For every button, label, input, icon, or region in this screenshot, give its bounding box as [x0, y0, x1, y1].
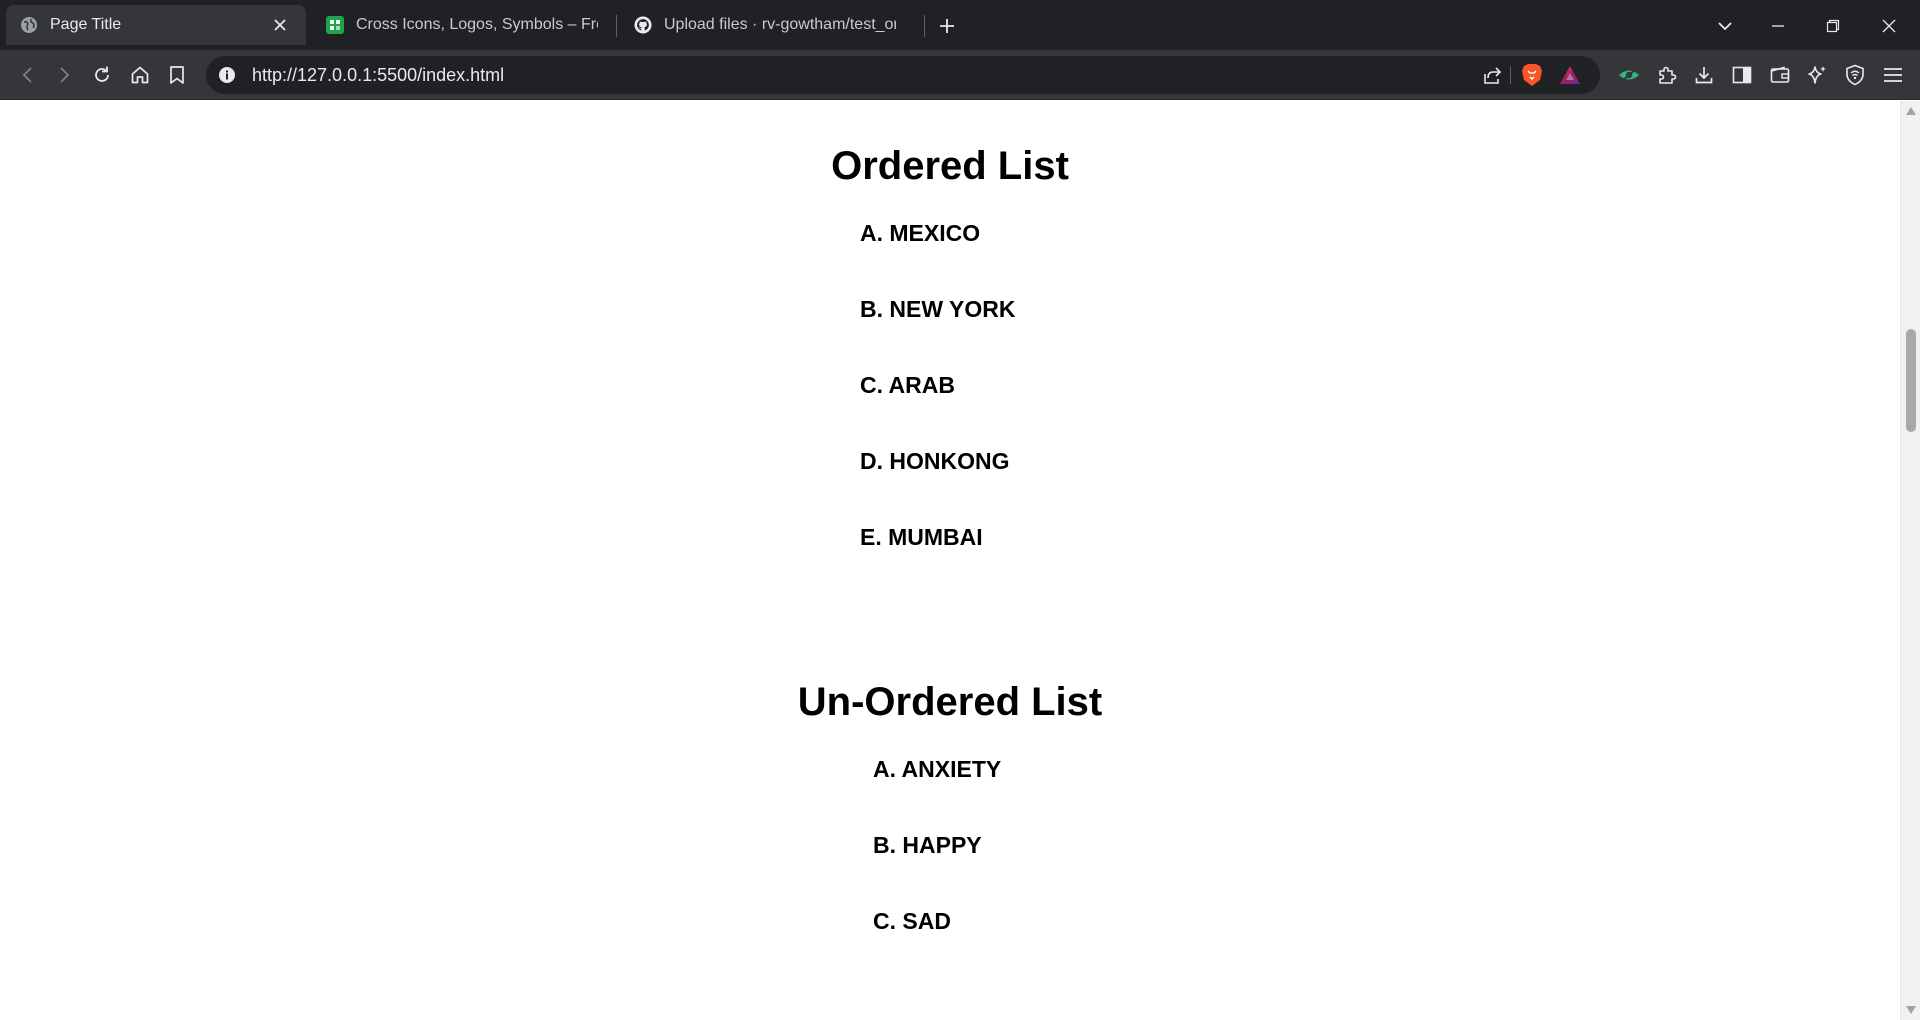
tab-title: Upload files · rv-gowtham/test_one: [664, 16, 896, 33]
list-item-text: SAD: [902, 908, 951, 934]
tab-divider: [924, 15, 925, 37]
restore-window-icon: [1826, 19, 1840, 33]
list-item-text: HAPPY: [902, 832, 982, 858]
scrollbar-thumb[interactable]: [1906, 329, 1916, 432]
list-item-text: HONKONG: [889, 448, 1010, 474]
tab-title: Cross Icons, Logos, Symbols – Free Do: [356, 16, 598, 33]
url-text[interactable]: http://127.0.0.1:5500/index.html: [252, 56, 504, 94]
globe-icon: [20, 16, 38, 34]
list-item: A. ANXIETY: [873, 755, 1001, 831]
rewards-triangle-icon: [1560, 66, 1580, 84]
list-marker: B.: [860, 296, 883, 322]
plus-icon: [940, 19, 954, 33]
list-item-text: ARAB: [888, 372, 955, 398]
scroll-down-arrow-icon[interactable]: [1905, 1004, 1917, 1016]
list-item-text: MUMBAI: [888, 524, 983, 550]
share-icon: [1484, 67, 1502, 84]
extensions-button[interactable]: [1651, 59, 1683, 91]
list-marker: B.: [873, 832, 896, 858]
download-icon: [1695, 67, 1713, 84]
share-button[interactable]: [1478, 61, 1506, 89]
reload-button[interactable]: [86, 59, 118, 91]
back-button[interactable]: [12, 59, 44, 91]
list-item: C. ARAB: [860, 371, 1015, 447]
brave-lion-icon: [1522, 64, 1542, 86]
list-marker: D.: [860, 448, 883, 474]
tab-page-title[interactable]: Page Title: [6, 5, 306, 45]
brave-shields-button[interactable]: [1518, 61, 1546, 89]
ordered-list: A. MEXICO B. NEW YORK C. ARAB D. HONKONG…: [860, 219, 1015, 599]
omnibox-divider: [1510, 66, 1511, 84]
tab-divider: [616, 15, 617, 37]
bookmark-icon: [170, 66, 184, 84]
list-marker: C.: [860, 372, 883, 398]
list-item-text: NEW YORK: [889, 296, 1016, 322]
tab-title: Page Title: [50, 16, 122, 33]
wallet-icon: [1770, 66, 1790, 83]
arrow-left-icon: [22, 67, 32, 83]
github-icon: [634, 16, 652, 34]
unordered-list-section: Un-Ordered List A. ANXIETY B. HAPPY C. S…: [0, 679, 1900, 934]
list-marker: E.: [860, 524, 882, 550]
list-item: E. MUMBAI: [860, 523, 1015, 599]
list-item: B. NEW YORK: [860, 295, 1015, 371]
address-bar[interactable]: http://127.0.0.1:5500/index.html: [206, 56, 1600, 94]
tab-upload-files[interactable]: Upload files · rv-gowtham/test_one: [620, 5, 910, 45]
new-tab-button[interactable]: [931, 10, 963, 42]
home-icon: [131, 66, 149, 84]
tab-search-button[interactable]: [1709, 10, 1741, 42]
vpn-button[interactable]: [1839, 59, 1871, 91]
restore-button[interactable]: [1817, 10, 1849, 42]
hamburger-menu-icon: [1884, 68, 1902, 82]
brave-rewards-button[interactable]: [1556, 61, 1584, 89]
list-item-text: ANXIETY: [901, 756, 1002, 782]
list-marker: A.: [860, 220, 883, 246]
list-item: B. HAPPY: [873, 831, 1001, 907]
wallet-button[interactable]: [1764, 59, 1796, 91]
sidebar-toggle-button[interactable]: [1726, 59, 1758, 91]
sidebar-icon: [1732, 66, 1752, 84]
minimize-button[interactable]: [1762, 10, 1794, 42]
unordered-list-heading: Un-Ordered List: [797, 680, 1103, 724]
site-info-icon[interactable]: [216, 64, 238, 86]
list-item: D. HONKONG: [860, 447, 1015, 523]
list-marker: A.: [873, 756, 896, 782]
main-menu-button[interactable]: [1877, 59, 1909, 91]
scroll-up-arrow-icon[interactable]: [1905, 105, 1917, 117]
list-marker: C.: [873, 908, 896, 934]
green-eye-extension-icon: [1619, 67, 1639, 83]
close-window-button[interactable]: [1873, 10, 1905, 42]
close-tab-icon[interactable]: [268, 13, 292, 37]
list-item: A. MEXICO: [860, 219, 1015, 295]
forward-button[interactable]: [48, 59, 80, 91]
tab-cross-icons[interactable]: Cross Icons, Logos, Symbols – Free Do: [312, 5, 612, 45]
sparkle-icon: [1808, 66, 1826, 84]
downloads-button[interactable]: [1688, 59, 1720, 91]
green-square-logo-icon: [326, 16, 344, 34]
ordered-list-section: Ordered List A. MEXICO B. NEW YORK C. AR…: [0, 143, 1900, 550]
reload-icon: [95, 66, 109, 82]
close-icon: [1882, 19, 1896, 33]
list-item: C. SAD: [873, 907, 1001, 983]
arrow-right-icon: [60, 67, 70, 83]
browser-toolbar: http://127.0.0.1:5500/index.html: [0, 50, 1920, 100]
puzzle-icon: [1659, 66, 1677, 84]
extension-eye-button[interactable]: [1613, 59, 1645, 91]
leo-ai-button[interactable]: [1801, 59, 1833, 91]
ordered-list-heading: Ordered List: [831, 144, 1069, 188]
unordered-list: A. ANXIETY B. HAPPY C. SAD: [873, 755, 1001, 983]
shield-icon: [1846, 64, 1864, 86]
tab-strip: Page Title Cross Icons, Logos, Symbols –…: [0, 0, 1920, 50]
list-item-text: MEXICO: [889, 220, 981, 246]
page-viewport: Ordered List A. MEXICO B. NEW YORK C. AR…: [0, 101, 1900, 1020]
home-button[interactable]: [124, 59, 156, 91]
chevron-down-icon: [1718, 22, 1732, 31]
vertical-scrollbar[interactable]: [1900, 101, 1920, 1020]
minimize-icon: [1772, 25, 1784, 27]
bookmark-button[interactable]: [161, 59, 193, 91]
